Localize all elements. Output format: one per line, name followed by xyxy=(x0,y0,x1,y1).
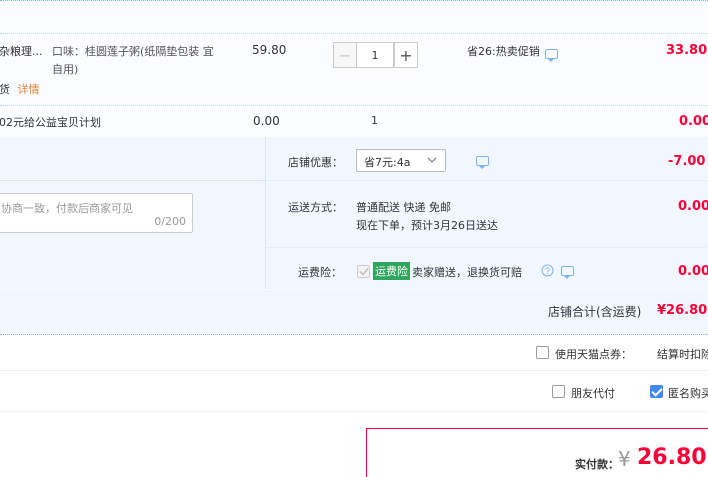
insurance-checkbox[interactable] xyxy=(357,265,370,278)
shop-discount-value: 省7元:4a xyxy=(364,156,411,169)
item-badge: 货 详情 xyxy=(0,81,40,97)
detail-link[interactable]: 详情 xyxy=(18,83,40,96)
shop-discount-select[interactable]: 省7元:4a xyxy=(356,149,446,172)
charity-subtotal: 0.00 xyxy=(679,114,708,129)
increment-button[interactable]: + xyxy=(394,42,418,68)
coupon-note: 结算时扣除 xyxy=(657,348,708,361)
coupon-checkbox[interactable] xyxy=(536,346,549,359)
divider xyxy=(0,180,265,181)
chevron-down-icon xyxy=(427,157,437,163)
shop-discount-amount: -7.00 xyxy=(668,154,706,169)
anonymous-label: 匿名购买 xyxy=(668,387,708,400)
payment-currency: ¥ xyxy=(618,447,631,471)
check-icon xyxy=(359,268,369,276)
chat-icon[interactable] xyxy=(561,266,574,279)
payment-label: 实付款： xyxy=(575,458,619,471)
shipping-amount: 0.00 xyxy=(678,199,708,214)
friend-pay-label: 朋友代付 xyxy=(571,387,615,400)
divider xyxy=(0,105,708,106)
item-attr-line: 自用) xyxy=(52,63,79,76)
message-counter: 0/200 xyxy=(154,215,186,228)
anonymous-checkbox[interactable] xyxy=(650,385,663,398)
divider xyxy=(266,247,708,248)
svg-text:?: ? xyxy=(545,266,550,276)
divider xyxy=(0,411,708,412)
shipping-label: 运送方式： xyxy=(288,201,343,214)
divider xyxy=(0,370,708,371)
coupon-label: 使用天猫点券： xyxy=(555,348,632,361)
promo-label: 省26:热卖促销 xyxy=(467,45,540,58)
quantity-input[interactable]: 1 xyxy=(356,42,394,68)
item-subtotal: 33.80 xyxy=(666,43,708,58)
item-attributes: 口味：桂圆莲子粥(纸隔垫包装 宜 自用) xyxy=(52,43,222,79)
message-placeholder: 协商一致，付款后商家可见 xyxy=(1,202,133,215)
charity-price: 0.00 xyxy=(253,114,280,128)
item-name[interactable]: 杂粮理... xyxy=(0,43,43,59)
item-attr-line: 口味：桂圆莲子粥(纸隔垫包装 宜 xyxy=(52,45,214,58)
chat-icon[interactable] xyxy=(475,156,489,169)
divider xyxy=(266,180,708,181)
shipping-eta: 现在下单，预计3月26日送达 xyxy=(356,219,498,232)
unit-price: 59.80 xyxy=(252,43,287,57)
promo-text: 省26:热卖促销 xyxy=(467,43,540,59)
shop-discount-label: 店铺优惠： xyxy=(288,156,343,169)
payment-amount: 26.80 xyxy=(637,445,707,470)
shipping-method: 普通配送 快递 免邮 xyxy=(356,201,451,214)
charity-label: 02元给公益宝贝计划 xyxy=(0,116,101,129)
chat-icon[interactable] xyxy=(545,49,558,62)
message-textarea[interactable]: 协商一致，付款后商家可见 0/200 xyxy=(0,193,193,233)
divider xyxy=(0,33,708,34)
shop-total-label: 店铺合计(含运费) xyxy=(548,305,642,319)
insurance-tag: 运费险 xyxy=(373,262,410,280)
insurance-amount: 0.00 xyxy=(678,264,708,279)
shop-total-amount: ¥26.80 xyxy=(657,303,708,318)
friend-pay-checkbox[interactable] xyxy=(552,385,565,398)
item-badge-text: 货 xyxy=(0,83,10,96)
insurance-label: 运费险： xyxy=(298,266,342,279)
insurance-desc: 卖家赠送，退换货可赔 xyxy=(412,266,522,279)
vertical-divider xyxy=(265,137,266,289)
help-icon[interactable]: ? xyxy=(541,264,554,277)
charity-quantity: 1 xyxy=(371,114,378,127)
decrement-button[interactable]: − xyxy=(333,42,357,68)
